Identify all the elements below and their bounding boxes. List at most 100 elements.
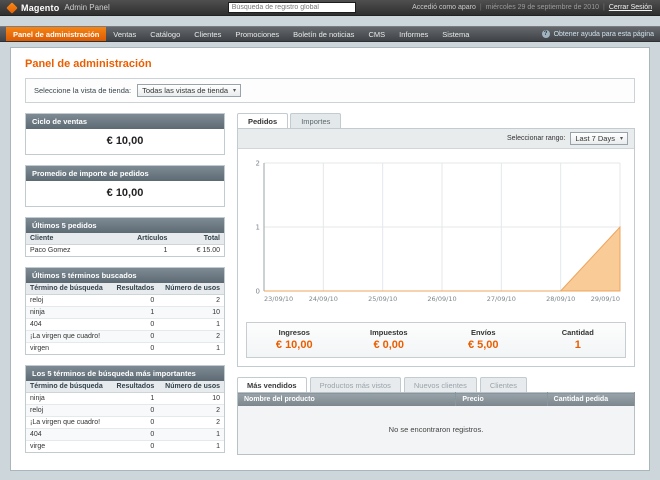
dashboard-columns: Ciclo de ventas € 10,00 Promedio de impo…: [25, 113, 635, 455]
table-header-cell: Nombre del producto: [238, 393, 456, 407]
table-cell: 1: [107, 245, 171, 257]
tab-pedidos[interactable]: Pedidos: [237, 113, 288, 128]
average-orders-value: € 10,00: [26, 181, 224, 206]
widget-title: Últimos 5 pedidos: [26, 218, 224, 233]
table-cell: reloj: [26, 405, 110, 417]
current-date: miércoles 29 de septiembre de 2010: [486, 4, 599, 11]
table-header-cell: Resultados: [110, 381, 158, 393]
average-orders-widget: Promedio de importe de pedidos € 10,00: [25, 165, 225, 207]
table-cell: 404: [26, 319, 110, 331]
svg-text:25/09/10: 25/09/10: [368, 295, 397, 303]
table-header-cell: Precio: [456, 393, 547, 407]
table-cell: 2: [158, 331, 224, 343]
table-row[interactable]: 404 0 1: [26, 429, 224, 441]
session-info: Accedió como aparo | miércoles 29 de sep…: [412, 4, 652, 11]
logo-text: Magento: [21, 3, 59, 13]
stat-envios: Envíos € 5,00: [436, 328, 531, 351]
table-cell: 1: [158, 429, 224, 441]
nav-item-boletin[interactable]: Boletín de noticias: [286, 27, 361, 41]
table-header-row: Cliente Artículos Total: [26, 233, 224, 245]
table-row[interactable]: virgen 0 1: [26, 343, 224, 355]
range-label: Seleccionar rango:: [507, 135, 565, 142]
dashboard-main: Pedidos Importes Seleccionar rango: Last…: [237, 113, 635, 455]
table-header-row: Término de búsqueda Resultados Número de…: [26, 381, 224, 393]
table-cell: 1: [110, 393, 158, 405]
table-header-row: Nombre del producto Precio Cantidad pedi…: [238, 393, 635, 407]
help-icon: ?: [542, 30, 550, 38]
table-row[interactable]: reloj 0 2: [26, 295, 224, 307]
table-row[interactable]: virge 0 1: [26, 441, 224, 453]
table-row[interactable]: ¡La virgen que cuadro! 0 2: [26, 417, 224, 429]
store-view-label: Seleccione la vista de tienda:: [34, 86, 131, 95]
table-cell: reloj: [26, 295, 110, 307]
svg-text:28/09/10: 28/09/10: [546, 295, 575, 303]
page-title: Panel de administración: [25, 58, 635, 70]
tab-clientes: Clientes: [480, 377, 527, 392]
stat-label: Cantidad: [531, 328, 626, 337]
widget-title: Últimos 5 términos buscados: [26, 268, 224, 283]
stat-value: 1: [531, 339, 626, 351]
table-cell: 2: [158, 405, 224, 417]
table-cell: 0: [110, 405, 158, 417]
table-header-cell: Cliente: [26, 233, 107, 245]
orders-tab-panel: Seleccionar rango: Last 7 Days ▾ 01223/0…: [237, 128, 635, 367]
global-search-input[interactable]: [228, 2, 356, 13]
table-cell: 0: [110, 319, 158, 331]
tab-importes[interactable]: Importes: [290, 113, 341, 128]
nav-item-catalogo[interactable]: Catálogo: [143, 27, 187, 41]
tab-nuevos-clientes: Nuevos clientes: [404, 377, 477, 392]
table-row[interactable]: ninja 1 10: [26, 307, 224, 319]
last-orders-widget: Últimos 5 pedidos Cliente Artículos Tota…: [25, 217, 225, 257]
table-cell: ninja: [26, 393, 110, 405]
range-value: Last 7 Days: [575, 134, 615, 143]
nav-item-sistema[interactable]: Sistema: [435, 27, 476, 41]
table-cell: 0: [110, 331, 158, 343]
svg-text:2: 2: [256, 160, 260, 168]
table-row[interactable]: Paco Gomez 1 € 15.00: [26, 245, 224, 257]
dashboard-sidebar: Ciclo de ventas € 10,00 Promedio de impo…: [25, 113, 225, 455]
table-header-cell: Término de búsqueda: [26, 283, 110, 295]
top-search-terms-widget: Los 5 términos de búsqueda más important…: [25, 365, 225, 453]
nav-item-ventas[interactable]: Ventas: [106, 27, 143, 41]
range-select[interactable]: Last 7 Days ▾: [570, 132, 628, 145]
stat-value: € 0,00: [342, 339, 437, 351]
svg-text:26/09/10: 26/09/10: [427, 295, 456, 303]
product-tabs: Más vendidos Productos más vistos Nuevos…: [237, 377, 635, 392]
help-link[interactable]: ? Obtener ayuda para esta página: [542, 27, 654, 41]
table-cell: virgen: [26, 343, 110, 355]
table-cell: Paco Gomez: [26, 245, 107, 257]
stat-label: Ingresos: [247, 328, 342, 337]
svg-text:23/09/10: 23/09/10: [264, 295, 293, 303]
table-row[interactable]: ¡La virgen que cuadro! 0 2: [26, 331, 224, 343]
top-header: Magento Admin Panel Accedió como aparo |…: [0, 0, 660, 16]
last-search-terms-widget: Últimos 5 términos buscados Término de b…: [25, 267, 225, 355]
table-cell: 2: [158, 295, 224, 307]
stat-value: € 5,00: [436, 339, 531, 351]
widget-title: Promedio de importe de pedidos: [26, 166, 224, 181]
table-row[interactable]: 404 0 1: [26, 319, 224, 331]
table-row[interactable]: ninja 1 10: [26, 393, 224, 405]
logout-link[interactable]: Cerrar Sesión: [609, 4, 652, 11]
store-view-select[interactable]: Todas las vistas de tienda ▾: [137, 84, 241, 97]
tab-mas-vendidos[interactable]: Más vendidos: [237, 377, 307, 392]
table-header-cell: Total: [171, 233, 224, 245]
empty-row: No se encontraron registros.: [238, 406, 635, 454]
magento-logo[interactable]: Magento Admin Panel: [8, 3, 110, 13]
table-cell: 404: [26, 429, 110, 441]
nav-item-informes[interactable]: Informes: [392, 27, 435, 41]
nav-item-promociones[interactable]: Promociones: [228, 27, 286, 41]
logo-subtitle: Admin Panel: [64, 3, 109, 12]
table-cell: ninja: [26, 307, 110, 319]
nav-item-cms[interactable]: CMS: [361, 27, 392, 41]
nav-item-panel-administracion[interactable]: Panel de administración: [6, 27, 106, 41]
chart-toolbar: Seleccionar rango: Last 7 Days ▾: [238, 129, 634, 149]
logged-in-as: Accedió como aparo: [412, 4, 476, 11]
best-sellers-table: Nombre del producto Precio Cantidad pedi…: [237, 392, 635, 455]
content-card: Panel de administración Seleccione la vi…: [10, 47, 650, 471]
nav-item-clientes[interactable]: Clientes: [187, 27, 228, 41]
table-row[interactable]: reloj 0 2: [26, 405, 224, 417]
table-cell: 0: [110, 417, 158, 429]
table-cell: 1: [158, 441, 224, 453]
lifetime-sales-widget: Ciclo de ventas € 10,00: [25, 113, 225, 155]
orders-chart: 01223/09/1024/09/1025/09/1026/09/1027/09…: [238, 149, 634, 314]
